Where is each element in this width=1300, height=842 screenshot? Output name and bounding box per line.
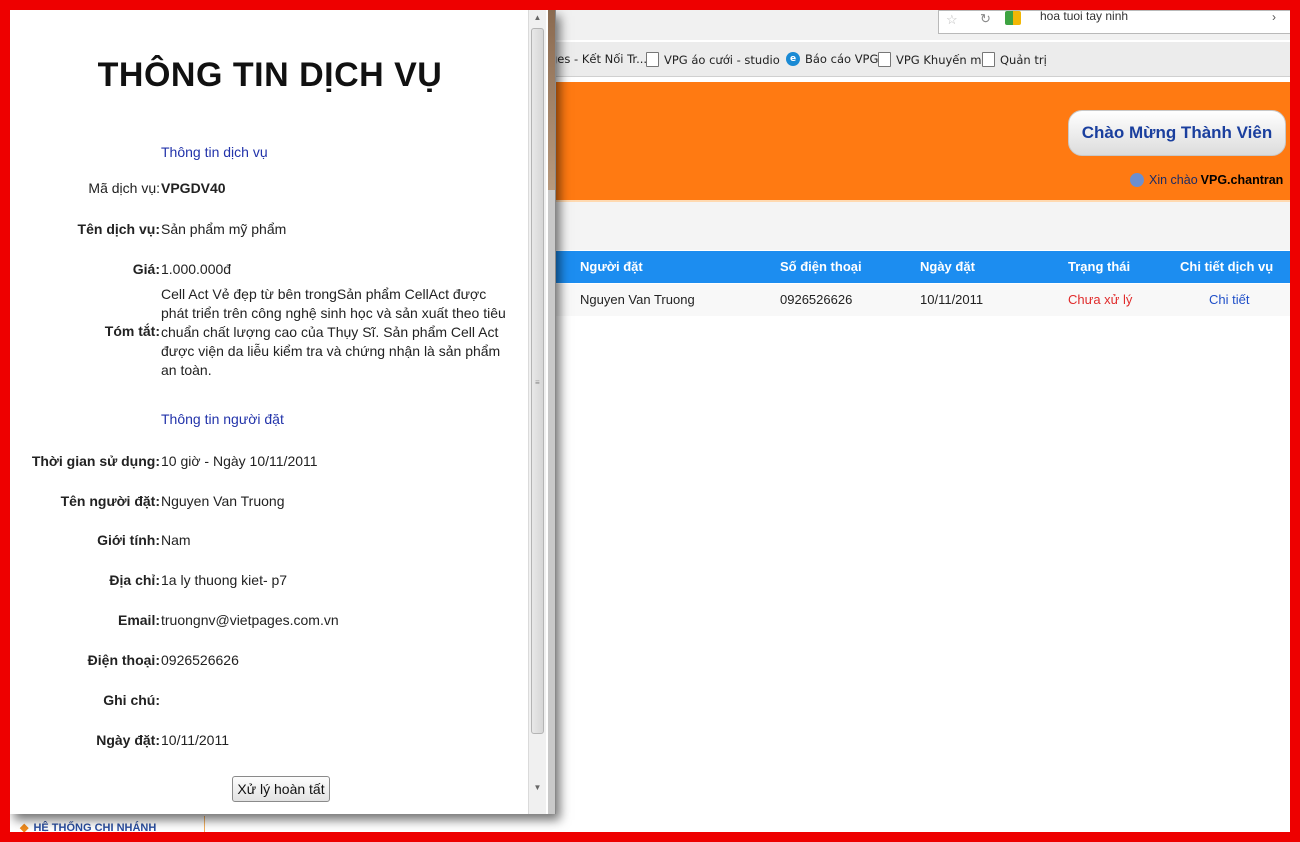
summary-text: Cell Act Vẻ đẹp từ bên trongSản phẩm Cel… — [161, 286, 506, 378]
phone-value: 0926526626 — [161, 652, 239, 668]
sub-navigation-band — [550, 200, 1292, 250]
branch-label: HỆ THỐNG CHI NHÁNH — [33, 822, 157, 834]
sidebar-item-branches[interactable]: ◆ HỆ THỐNG CHI NHÁNH — [20, 821, 156, 834]
grip-icon: ≡ — [535, 378, 540, 387]
bullet-icon: ◆ — [20, 822, 29, 834]
address-text[interactable]: hoa tuoi tay ninh — [1040, 9, 1128, 23]
complete-processing-button[interactable]: Xử lý hoàn tất — [232, 776, 330, 802]
date-cell: 10/11/2011 — [920, 292, 984, 307]
bookmark-item[interactable]: VPG Khuyến mãi — [878, 52, 992, 67]
phone-label: Điện thoại: — [87, 652, 160, 668]
scroll-thumb[interactable]: ≡ — [531, 28, 544, 734]
window-edge — [548, 190, 555, 814]
service-section-title: Thông tin dịch vụ — [161, 144, 268, 160]
page-icon — [878, 52, 891, 67]
column-header: Chi tiết dịch vụ — [1180, 259, 1274, 274]
page-title: THÔNG TIN DỊCH VỤ — [97, 56, 443, 94]
chevron-right-icon[interactable]: › — [1272, 10, 1276, 24]
ie-icon: e — [786, 52, 800, 66]
email-label: Email: — [117, 612, 160, 628]
service-name-value: Sản phẩm mỹ phẩm — [161, 221, 287, 237]
status-badge: Chưa xử lý — [1068, 292, 1133, 307]
column-header: Người đặt — [580, 259, 643, 274]
phone-cell: 0926526626 — [780, 292, 853, 307]
price-value: 1.000.000đ — [161, 261, 232, 277]
address-value: 1a ly thuong kiet- p7 — [161, 572, 288, 588]
bookmark-label: Báo cáo VPG — [805, 52, 879, 66]
bookmark-label: Quản trị — [1000, 52, 1047, 67]
star-icon[interactable]: ☆ — [946, 12, 958, 28]
bookmark-label: VPG áo cưới - studio — [664, 52, 780, 67]
window-edge — [548, 10, 555, 190]
address-label: Địa chỉ: — [109, 572, 160, 588]
divider — [204, 816, 205, 836]
customer-name-value: Nguyen Van Truong — [161, 493, 285, 509]
table-row: Nguyen Van Truong 0926526626 10/11/2011 … — [550, 284, 1292, 316]
bookmark-item[interactable]: VPG áo cưới - studio — [646, 52, 780, 67]
vertical-scrollbar[interactable]: ▲ ≡ ▼ — [528, 10, 546, 814]
site-favicon-icon — [1005, 11, 1021, 25]
customer-name-label: Tên người đặt: — [60, 493, 160, 509]
column-header: Ngày đặt — [920, 259, 975, 274]
orders-table-header: Người đặt Số điện thoại Ngày đặt Trạng t… — [550, 251, 1292, 283]
scroll-up-arrow-icon[interactable]: ▲ — [529, 10, 546, 26]
bookmark-label: VPG Khuyến mãi — [896, 52, 992, 67]
service-name-label: Tên dịch vụ: — [77, 221, 160, 237]
greeting-text: Xin chào — [1149, 173, 1198, 187]
service-code-label: Mã dịch vụ: — [88, 180, 160, 196]
bookmark-item[interactable]: ges - Kết Nối Tr... — [550, 52, 647, 66]
summary-label: Tóm tắt: — [104, 323, 160, 339]
customer-cell: Nguyen Van Truong — [580, 292, 695, 307]
page-icon — [646, 52, 659, 67]
detail-link[interactable]: Chi tiết — [1209, 292, 1249, 307]
order-date-label: Ngày đặt: — [96, 732, 160, 748]
bookmark-item[interactable]: Quản trị — [982, 52, 1047, 67]
order-date-value: 10/11/2011 — [161, 732, 229, 748]
customer-section-title: Thông tin người đặt — [161, 411, 284, 427]
usage-time-value: 10 giờ - Ngày 10/11/2011 — [161, 453, 318, 469]
bookmark-label: ges - Kết Nối Tr... — [550, 52, 648, 66]
price-label: Giá: — [132, 261, 160, 277]
usage-time-label: Thời gian sử dụng: — [31, 453, 160, 469]
service-code-value: VPGDV40 — [161, 180, 226, 196]
bookmarks-bar: ges - Kết Nối Tr... VPG áo cưới - studio… — [550, 42, 1292, 77]
service-info-popup: THÔNG TIN DỊCH VỤ Thông tin dịch vụ Mã d… — [10, 10, 556, 814]
welcome-member-button[interactable]: Chào Mừng Thành Viên — [1068, 110, 1286, 156]
user-greeting: Xin chào VPG.chantran — [1130, 173, 1283, 187]
gender-label: Giới tính: — [97, 532, 160, 548]
user-icon — [1130, 173, 1144, 187]
gender-value: Nam — [161, 532, 191, 548]
note-label: Ghi chú: — [103, 692, 160, 708]
page-icon — [982, 52, 995, 67]
username[interactable]: VPG.chantran — [1201, 173, 1284, 187]
column-header: Số điện thoại — [780, 259, 862, 274]
email-value: truongnv@vietpages.com.vn — [161, 612, 339, 628]
column-header: Trạng thái — [1068, 259, 1131, 274]
scroll-down-arrow-icon[interactable]: ▼ — [529, 780, 546, 796]
bookmark-item[interactable]: e Báo cáo VPG — [786, 52, 878, 66]
refresh-icon[interactable]: ↻ — [980, 11, 991, 27]
